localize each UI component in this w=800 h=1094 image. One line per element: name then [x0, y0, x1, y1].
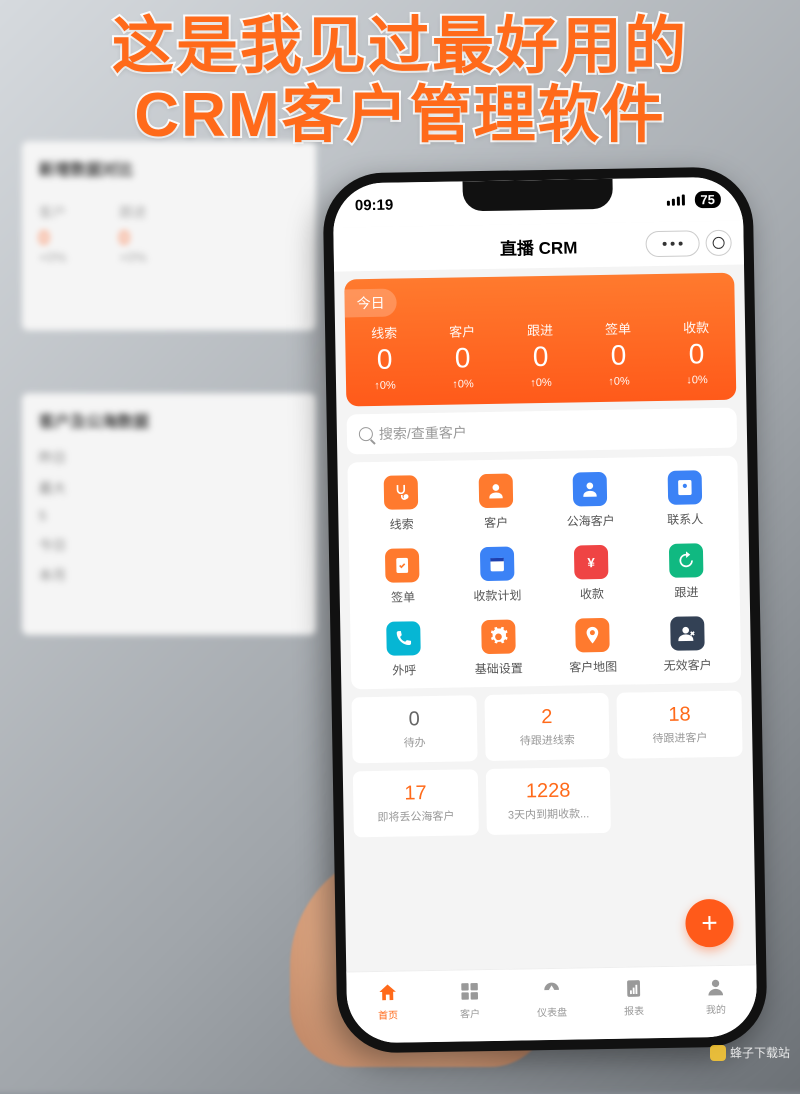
user-icon — [704, 975, 726, 997]
report-icon — [622, 977, 644, 999]
nav-title: 直播 CRM — [500, 233, 578, 259]
phone-screen: 09:19 75 直播 CRM 今日 线索0↑0%客户0↑0%跟进0↑0%签单0… — [333, 176, 758, 1043]
contact-icon — [667, 470, 702, 505]
feature-calendar[interactable]: 收款计划 — [449, 546, 544, 605]
pin-icon — [575, 618, 610, 653]
tab-report[interactable]: 报表 — [592, 967, 675, 1027]
dash-icon — [540, 978, 562, 1000]
task-card[interactable]: 12283天内到期收款... — [485, 767, 611, 835]
feature-check-doc[interactable]: 签单 — [355, 548, 450, 607]
tab-dash[interactable]: 仪表盘 — [510, 968, 593, 1028]
metric-col[interactable]: 签单0↑0% — [579, 318, 658, 388]
battery-badge: 75 — [694, 190, 721, 207]
calendar-icon — [480, 547, 515, 582]
feature-contact[interactable]: 联系人 — [637, 470, 732, 529]
task-card[interactable]: 2待跟进线索 — [484, 693, 610, 761]
person-x-icon — [670, 616, 705, 651]
features-grid: 线索客户公海客户联系人签单收款计划¥收款跟进外呼基础设置客户地图无效客户 — [347, 456, 741, 690]
promo-headline: 这是我见过最好用的 CRM客户管理软件 — [0, 12, 800, 151]
metric-col[interactable]: 客户0↑0% — [423, 321, 502, 391]
notch — [463, 179, 614, 212]
nav-bar: 直播 CRM — [333, 220, 744, 271]
bg-panel2-title: 客户及公海数据 — [39, 410, 299, 432]
close-button[interactable] — [705, 230, 731, 256]
search-icon — [359, 427, 373, 441]
signal-icon — [666, 194, 684, 205]
add-button[interactable]: + — [685, 899, 734, 948]
task-card[interactable]: 0待办 — [351, 695, 477, 763]
task-card[interactable]: 18待跟进客户 — [617, 691, 743, 759]
menu-button[interactable] — [645, 230, 699, 257]
tab-user[interactable]: 我的 — [674, 965, 757, 1025]
stethoscope-icon — [384, 475, 419, 510]
feature-phone-out[interactable]: 外呼 — [356, 621, 451, 680]
search-placeholder: 搜索/查重客户 — [379, 422, 467, 444]
search-input[interactable]: 搜索/查重客户 — [347, 408, 738, 455]
task-card[interactable]: 17即将丢公海客户 — [353, 769, 479, 837]
bg-panel1-title: 新增数据对比 — [39, 158, 299, 180]
feature-person[interactable]: 公海客户 — [543, 471, 638, 530]
status-time: 09:19 — [355, 196, 394, 214]
feature-pin[interactable]: 客户地图 — [545, 617, 640, 676]
feature-gear[interactable]: 基础设置 — [451, 619, 546, 678]
yen-icon: ¥ — [574, 545, 609, 580]
person-icon — [573, 472, 608, 507]
watermark: 蜂子下载站 — [710, 1044, 790, 1061]
grid-icon — [458, 980, 480, 1002]
tab-grid[interactable]: 客户 — [428, 970, 511, 1030]
metric-col[interactable]: 线索0↑0% — [345, 322, 424, 392]
refresh-icon — [669, 543, 704, 578]
metric-col[interactable]: 收款0↓0% — [657, 317, 736, 387]
feature-refresh[interactable]: 跟进 — [638, 543, 733, 602]
svg-text:¥: ¥ — [588, 555, 596, 570]
check-doc-icon — [385, 548, 420, 583]
feature-stethoscope[interactable]: 线索 — [354, 475, 449, 534]
feature-person-x[interactable]: 无效客户 — [640, 616, 735, 675]
metrics-period-tag: 今日 — [344, 289, 396, 318]
metrics-card[interactable]: 今日 线索0↑0%客户0↑0%跟进0↑0%签单0↑0%收款0↓0% — [344, 273, 736, 407]
tasks-grid: 0待办2待跟进线索18待跟进客户 17即将丢公海客户12283天内到期收款... — [351, 691, 743, 838]
home-icon — [376, 981, 398, 1003]
metric-col[interactable]: 跟进0↑0% — [501, 319, 580, 389]
phone-frame: 09:19 75 直播 CRM 今日 线索0↑0%客户0↑0%跟进0↑0%签单0… — [322, 166, 767, 1053]
phone-out-icon — [386, 621, 421, 656]
feature-yen[interactable]: ¥收款 — [544, 544, 639, 603]
tab-home[interactable]: 首页 — [346, 971, 429, 1031]
feature-person[interactable]: 客户 — [448, 473, 543, 532]
bee-icon — [710, 1045, 726, 1061]
gear-icon — [481, 620, 516, 655]
person-icon — [478, 474, 513, 509]
tab-bar: 首页客户仪表盘报表我的 — [346, 964, 757, 1043]
